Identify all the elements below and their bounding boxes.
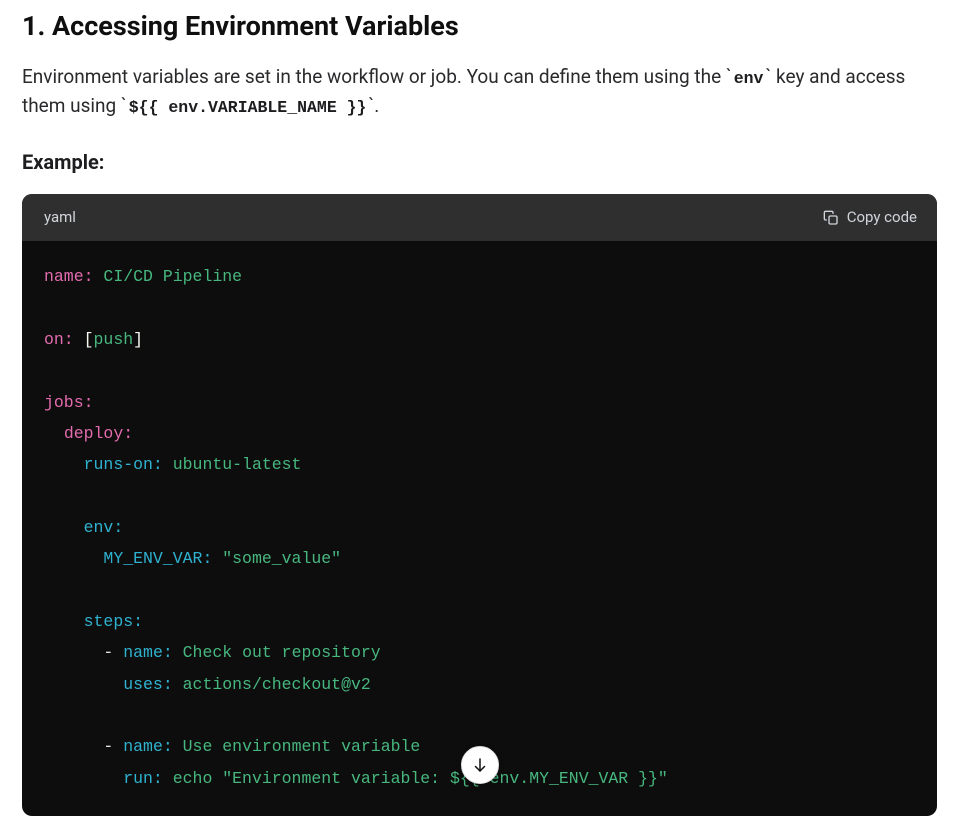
yaml-step1-uses-value: actions/checkout@v2: [183, 675, 371, 694]
yaml-value-name: CI/CD Pipeline: [103, 267, 242, 286]
code-block-header: yaml Copy code: [22, 194, 937, 241]
copy-code-button[interactable]: Copy code: [819, 204, 921, 231]
code-language-label: yaml: [44, 206, 76, 229]
yaml-step2-name-key: name:: [123, 737, 173, 756]
yaml-step1-name-key: name:: [123, 643, 173, 662]
scroll-down-button[interactable]: [461, 746, 499, 784]
yaml-step2-run-suffix: ": [658, 769, 668, 788]
arrow-down-icon: [471, 756, 489, 774]
yaml-key-runs-on: runs-on:: [84, 455, 163, 474]
yaml-value-env-var: "some_value": [222, 549, 341, 568]
yaml-step1-uses-key: uses:: [123, 675, 173, 694]
article-section: 1. Accessing Environment Variables Envir…: [22, 10, 937, 816]
yaml-bracket-close: ]: [133, 330, 143, 349]
yaml-key-deploy: deploy:: [64, 424, 133, 443]
intro-text-3: .: [374, 94, 379, 117]
yaml-key-steps: steps:: [84, 612, 143, 631]
yaml-step-dash: -: [103, 643, 123, 662]
copy-code-label: Copy code: [847, 206, 917, 229]
yaml-key-env: env:: [84, 518, 124, 537]
section-heading: 1. Accessing Environment Variables: [22, 10, 937, 44]
yaml-key-env-var: MY_ENV_VAR:: [103, 549, 212, 568]
yaml-step2-name-value: Use environment variable: [183, 737, 421, 756]
yaml-step1-name-value: Check out repository: [183, 643, 381, 662]
intro-text-1: Environment variables are set in the wor…: [22, 65, 726, 88]
yaml-on-item: push: [94, 330, 134, 349]
yaml-step-dash: -: [103, 737, 123, 756]
yaml-key-jobs: jobs:: [44, 393, 94, 412]
inline-code-expression: ${{ env.VARIABLE_NAME }}: [127, 98, 369, 117]
yaml-key-name: name:: [44, 267, 94, 286]
inline-code-env: env: [732, 69, 766, 88]
yaml-step2-run-key: run:: [123, 769, 163, 788]
intro-paragraph: Environment variables are set in the wor…: [22, 62, 937, 121]
yaml-step2-run-prefix: echo "Environment variable:: [173, 769, 450, 788]
yaml-key-on: on:: [44, 330, 74, 349]
example-label: Example:: [22, 147, 937, 178]
yaml-value-runs-on: ubuntu-latest: [173, 455, 302, 474]
code-body[interactable]: name: CI/CD Pipeline on: [push] jobs: de…: [22, 241, 937, 816]
yaml-bracket-open: [: [84, 330, 94, 349]
copy-icon: [823, 210, 839, 226]
code-block: yaml Copy code name: CI/CD Pipeline on: …: [22, 194, 937, 816]
